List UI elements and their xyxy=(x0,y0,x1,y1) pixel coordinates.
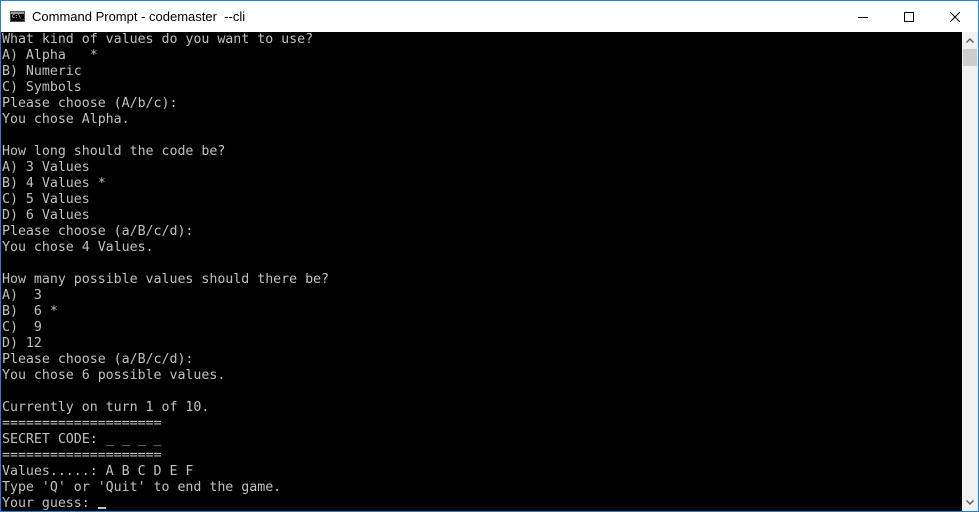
console-line: You chose 6 possible values. xyxy=(2,368,226,383)
cmd-icon-text: C:\_ xyxy=(12,14,25,20)
close-icon xyxy=(950,11,960,22)
cmd-icon: C:\_ xyxy=(10,11,25,22)
console-line: ==================== xyxy=(2,448,162,463)
vertical-scrollbar[interactable] xyxy=(962,32,978,511)
minimize-icon xyxy=(858,16,868,18)
close-button[interactable] xyxy=(932,1,978,32)
console-line: ==================== xyxy=(2,416,162,431)
console-line: Please choose (a/B/c/d): xyxy=(2,224,194,239)
console-line: B) 6 * xyxy=(2,304,58,319)
console-line: A) 3 xyxy=(2,288,42,303)
console-line: You chose 4 Values. xyxy=(2,240,154,255)
scroll-down-button[interactable] xyxy=(962,494,978,511)
console-line: SECRET CODE: _ _ _ _ xyxy=(2,432,162,447)
maximize-icon xyxy=(904,11,914,22)
maximize-button[interactable] xyxy=(886,1,932,32)
console-line: B) Numeric xyxy=(2,64,82,79)
console-line: D) 12 xyxy=(2,336,42,351)
console-line: A) 3 Values xyxy=(2,160,90,175)
console-line: A) Alpha * xyxy=(2,48,98,63)
console-output[interactable]: What kind of values do you want to use? A… xyxy=(1,32,962,511)
chevron-down-icon xyxy=(966,500,974,505)
console-line: B) 4 Values * xyxy=(2,176,106,191)
console-line: C) Symbols xyxy=(2,80,82,95)
console-line: C) 9 xyxy=(2,320,42,335)
window-controls xyxy=(840,1,978,32)
console-line: Please choose (A/b/c): xyxy=(2,96,178,111)
console-line: What kind of values do you want to use? xyxy=(2,32,314,47)
scroll-thumb[interactable] xyxy=(963,49,977,66)
console-line: Type 'Q' or 'Quit' to end the game. xyxy=(2,480,282,495)
title-bar[interactable]: C:\_ Command Prompt - codemaster --cli xyxy=(1,1,978,32)
console-line: Values.....: A B C D E F xyxy=(2,464,194,479)
text-cursor xyxy=(97,507,106,509)
console-line: Please choose (a/B/c/d): xyxy=(2,352,194,367)
window-title: Command Prompt - codemaster --cli xyxy=(32,9,246,24)
console-line: C) 5 Values xyxy=(2,192,90,207)
console-line: Your guess: xyxy=(2,496,962,511)
command-prompt-window: C:\_ Command Prompt - codemaster --cli W… xyxy=(0,0,979,512)
console-line: How many possible values should there be… xyxy=(2,272,329,287)
console-line: You chose Alpha. xyxy=(2,112,130,127)
console-line: Currently on turn 1 of 10. xyxy=(2,400,210,415)
minimize-button[interactable] xyxy=(840,1,886,32)
console-text: What kind of values do you want to use? A… xyxy=(1,32,962,511)
console-line: D) 6 Values xyxy=(2,208,90,223)
chevron-up-icon xyxy=(966,38,974,43)
console-line: How long should the code be? xyxy=(2,144,226,159)
scroll-up-button[interactable] xyxy=(962,32,978,49)
